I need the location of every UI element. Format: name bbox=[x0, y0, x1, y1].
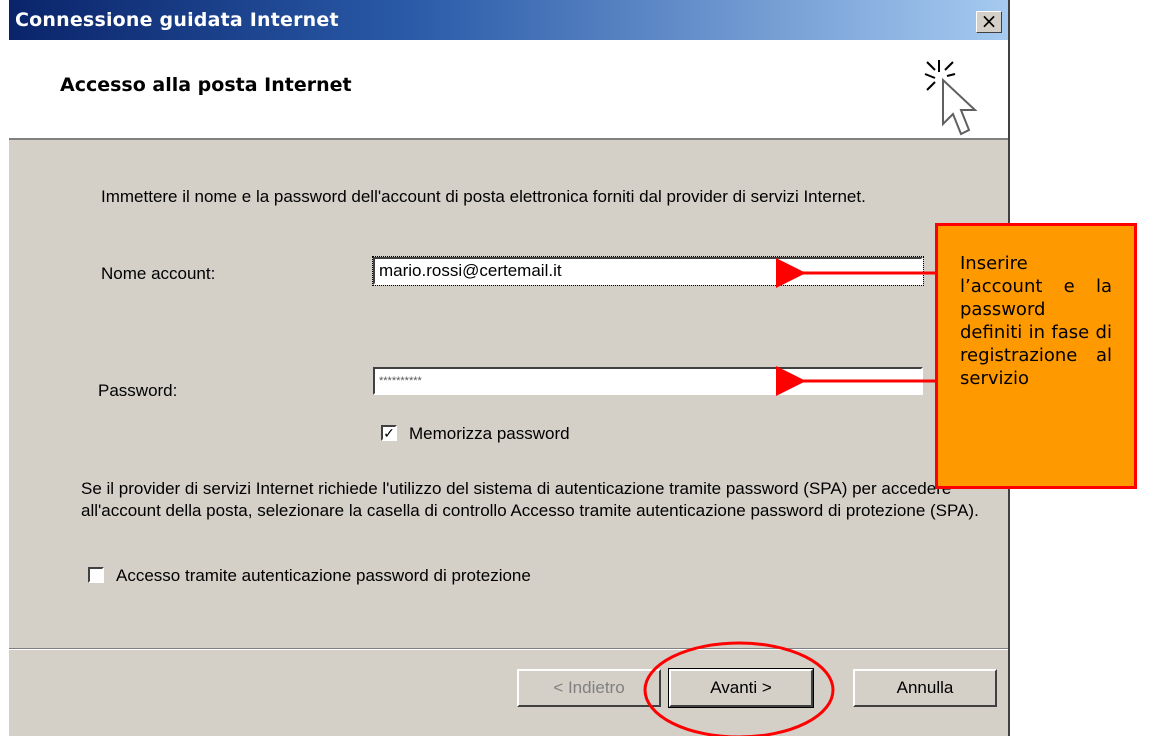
account-name-input[interactable] bbox=[372, 256, 924, 286]
checkmark-icon: ✓ bbox=[383, 425, 395, 441]
title-bar: Connessione guidata Internet × bbox=[9, 0, 1008, 40]
spa-description: Se il provider di servizi Internet richi… bbox=[81, 479, 979, 520]
window-title: Connessione guidata Internet bbox=[15, 9, 339, 31]
spa-checkbox-label: Accesso tramite autenticazione password … bbox=[116, 566, 531, 585]
page-title: Accesso alla posta Internet bbox=[60, 74, 352, 96]
password-input[interactable] bbox=[373, 367, 923, 395]
intro-text: Immettere il nome e la password dell'acc… bbox=[101, 187, 866, 206]
instruction-callout: Inserire l’account e la password definit… bbox=[935, 223, 1137, 489]
close-button[interactable]: × bbox=[976, 11, 1002, 33]
wizard-window: Connessione guidata Internet × Accesso a… bbox=[8, 0, 1010, 736]
remember-password-checkbox[interactable]: ✓ bbox=[381, 425, 397, 441]
next-button[interactable]: Avanti > bbox=[668, 668, 814, 708]
back-button[interactable]: < Indietro bbox=[517, 669, 661, 707]
footer-separator bbox=[9, 648, 1008, 650]
password-label: Password: bbox=[98, 381, 178, 400]
spa-checkbox[interactable] bbox=[88, 567, 104, 583]
account-label: Nome account: bbox=[101, 264, 216, 283]
remember-password-label: Memorizza password bbox=[409, 424, 570, 443]
cancel-button[interactable]: Annulla bbox=[853, 669, 997, 707]
wizard-cursor-icon bbox=[924, 60, 978, 136]
wizard-header: Accesso alla posta Internet bbox=[9, 40, 1008, 140]
